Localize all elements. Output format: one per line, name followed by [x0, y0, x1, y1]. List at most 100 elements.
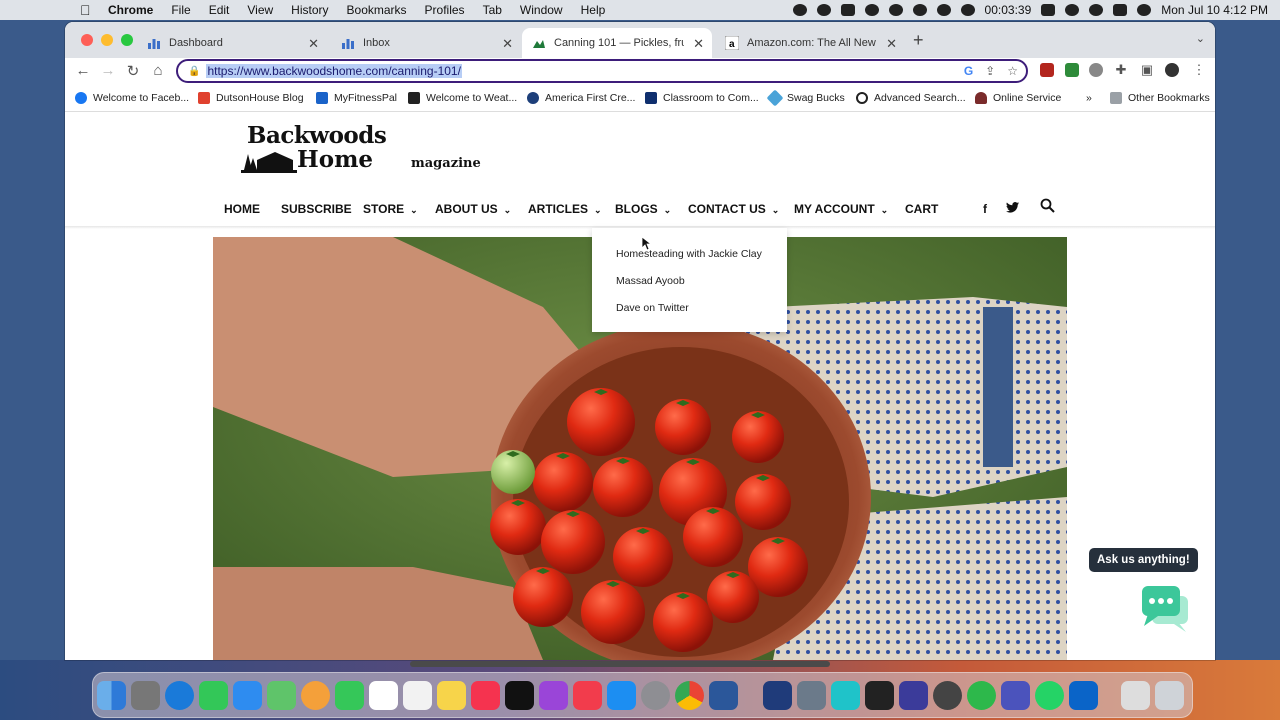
- apple-tv-icon[interactable]: [505, 681, 534, 710]
- teams-icon[interactable]: [1001, 681, 1030, 710]
- photos-icon[interactable]: [301, 681, 330, 710]
- bitwarden-icon[interactable]: [763, 681, 792, 710]
- menu-bookmarks[interactable]: Bookmarks: [347, 3, 407, 17]
- notes-icon[interactable]: [437, 681, 466, 710]
- ask-us-bubble[interactable]: Ask us anything!: [1089, 548, 1198, 572]
- google-lens-icon[interactable]: G: [964, 64, 973, 78]
- nav-subscribe[interactable]: SUBSCRIBE: [281, 202, 352, 216]
- tab-amazon[interactable]: a Amazon.com: The All New Ball ✕: [715, 28, 905, 58]
- messages-icon[interactable]: [199, 681, 228, 710]
- menu-app-name[interactable]: Chrome: [108, 3, 153, 17]
- chrome-green-icon[interactable]: [967, 681, 996, 710]
- minimize-window-button[interactable]: [101, 34, 113, 46]
- nav-cart[interactable]: CART: [905, 202, 938, 216]
- spotlight-icon[interactable]: [1089, 4, 1104, 16]
- close-tab-icon[interactable]: ✕: [886, 36, 897, 52]
- chrome-icon[interactable]: [675, 681, 704, 710]
- record-icon[interactable]: [816, 4, 831, 16]
- maps-icon[interactable]: [267, 681, 296, 710]
- menu-help[interactable]: Help: [581, 3, 606, 17]
- extension-green-icon[interactable]: [1065, 63, 1079, 77]
- pen-icon[interactable]: [912, 4, 927, 16]
- whatsapp-icon[interactable]: [1035, 681, 1064, 710]
- dropdown-item-jackie-clay[interactable]: Homesteading with Jackie Clay: [616, 248, 762, 260]
- dropdown-item-massad-ayoob[interactable]: Massad Ayoob: [616, 275, 685, 287]
- back-icon[interactable]: ←: [73, 62, 93, 79]
- facebook-icon[interactable]: f: [983, 202, 987, 216]
- imovie-icon[interactable]: [899, 681, 928, 710]
- dropdown-item-dave-twitter[interactable]: Dave on Twitter: [616, 302, 689, 314]
- share-icon[interactable]: ⇪: [985, 64, 995, 78]
- bookmark-advanced-search[interactable]: Advanced Search...: [856, 92, 966, 104]
- bookmark-facebook[interactable]: Welcome to Faceb...: [75, 92, 189, 104]
- menu-history[interactable]: History: [291, 3, 328, 17]
- pause-icon[interactable]: [936, 4, 951, 16]
- address-bar[interactable]: 🔒 https://www.backwoodshome.com/canning-…: [176, 59, 1028, 83]
- news-icon[interactable]: [573, 681, 602, 710]
- other-bookmarks-folder[interactable]: Other Bookmarks: [1110, 92, 1210, 104]
- lock-icon[interactable]: 🔒: [188, 66, 200, 77]
- zoom-window-button[interactable]: [121, 34, 133, 46]
- safari-icon[interactable]: [165, 681, 194, 710]
- chat-widget-icon[interactable]: [1140, 584, 1194, 643]
- calendar-icon[interactable]: [369, 681, 398, 710]
- close-tab-icon[interactable]: ✕: [308, 36, 319, 52]
- extensions-puzzle-icon[interactable]: ✚: [1111, 62, 1131, 78]
- quicktime-icon[interactable]: [933, 681, 962, 710]
- new-tab-icon[interactable]: +: [913, 30, 924, 51]
- tab-dashboard[interactable]: Dashboard ✕: [137, 28, 327, 58]
- window-bottom-scrollbar[interactable]: [410, 661, 830, 667]
- nav-articles[interactable]: ARTICLES ⌄: [528, 202, 602, 216]
- play-icon[interactable]: [888, 4, 903, 16]
- reload-icon[interactable]: ↻: [123, 62, 143, 80]
- bookmark-star-icon[interactable]: ☆: [1007, 64, 1018, 78]
- menu-window[interactable]: Window: [520, 3, 563, 17]
- screen-record-icon[interactable]: [865, 681, 894, 710]
- system-settings-icon[interactable]: [641, 681, 670, 710]
- wifi-icon[interactable]: [1065, 4, 1080, 16]
- canva-icon[interactable]: [831, 681, 860, 710]
- nav-blogs[interactable]: BLOGS ⌄: [615, 202, 671, 216]
- nav-store[interactable]: STORE ⌄: [363, 202, 418, 216]
- extension-red-icon[interactable]: [1040, 63, 1054, 77]
- bookmark-dutsonhouse[interactable]: DutsonHouse Blog: [198, 92, 304, 104]
- app-store-icon[interactable]: [607, 681, 636, 710]
- bookmark-america-first[interactable]: America First Cre...: [527, 92, 635, 104]
- preview-icon[interactable]: [797, 681, 826, 710]
- nav-about-us[interactable]: ABOUT US ⌄: [435, 202, 511, 216]
- finder-icon[interactable]: [97, 681, 126, 710]
- apple-menu-icon[interactable]: : [80, 3, 94, 17]
- nav-home[interactable]: HOME: [224, 202, 260, 216]
- side-panel-icon[interactable]: ▣: [1137, 62, 1157, 78]
- site-logo[interactable]: Backwoods Home magazine: [241, 120, 481, 176]
- nav-my-account[interactable]: MY ACCOUNT ⌄: [794, 202, 888, 216]
- mail-icon[interactable]: [233, 681, 262, 710]
- close-window-button[interactable]: [81, 34, 93, 46]
- bookmark-swagbucks[interactable]: Swag Bucks: [766, 89, 845, 107]
- close-tab-icon[interactable]: ✕: [693, 36, 704, 52]
- home-icon[interactable]: ⌂: [148, 62, 168, 79]
- menu-view[interactable]: View: [247, 3, 273, 17]
- stop-icon[interactable]: [960, 4, 975, 16]
- bookmarks-overflow[interactable]: »: [1086, 92, 1092, 104]
- menu-file[interactable]: File: [171, 3, 190, 17]
- music-icon[interactable]: [471, 681, 500, 710]
- nav-contact-us[interactable]: CONTACT US ⌄: [688, 202, 779, 216]
- battery-icon[interactable]: [1041, 4, 1056, 16]
- bookmark-weather[interactable]: Welcome to Weat...: [408, 92, 517, 104]
- chrome-menu-icon[interactable]: ⋮: [1189, 62, 1209, 78]
- podcasts-icon[interactable]: [539, 681, 568, 710]
- menu-profiles[interactable]: Profiles: [425, 3, 465, 17]
- tab-inbox[interactable]: Inbox ✕: [331, 28, 521, 58]
- siri-icon[interactable]: [1137, 4, 1152, 16]
- menu-tab[interactable]: Tab: [483, 3, 502, 17]
- screenshot-icon[interactable]: [840, 4, 855, 16]
- downloads-stack-icon[interactable]: [1121, 681, 1150, 710]
- bookmark-classroom[interactable]: Classroom to Com...: [645, 92, 759, 104]
- close-tab-icon[interactable]: ✕: [502, 36, 513, 52]
- twitter-icon[interactable]: [1006, 202, 1019, 216]
- extension-gray-icon[interactable]: [1089, 63, 1103, 77]
- word-icon[interactable]: [709, 681, 738, 710]
- tab-canning-101[interactable]: Canning 101 — Pickles, fruits, j ✕: [522, 28, 712, 58]
- trash-icon[interactable]: [1155, 681, 1184, 710]
